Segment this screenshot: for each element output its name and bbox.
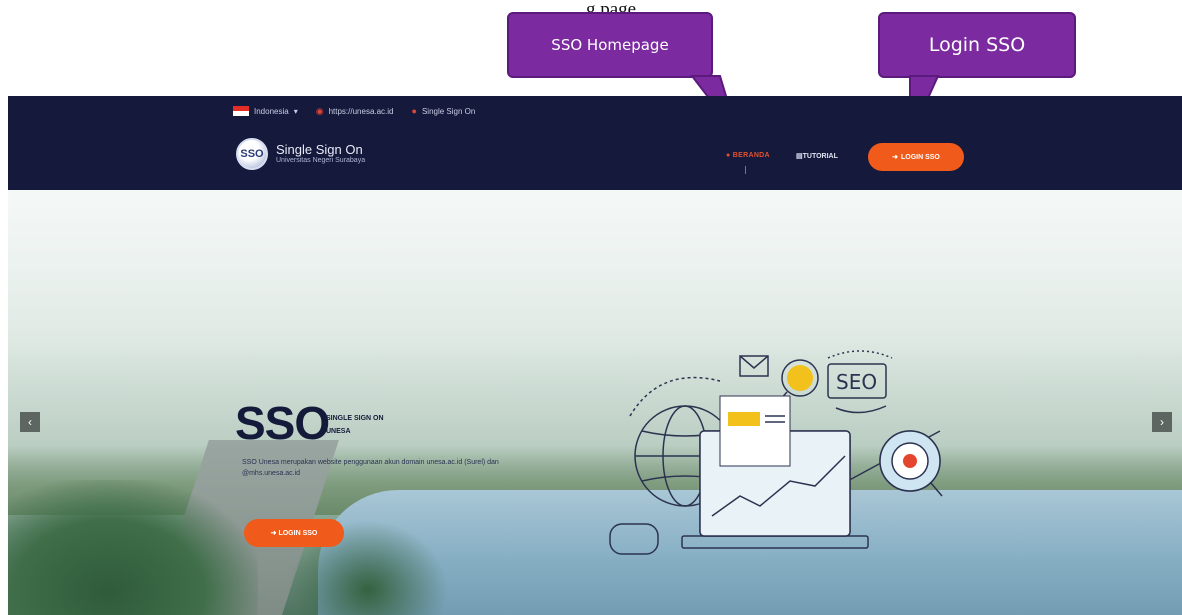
website-screenshot: Indonesia ▾ ◉ https://unesa.ac.id ● Sing… [8,96,1182,615]
hero-tagline-line1: SINGLE SIGN ON [326,415,384,422]
top-link-sso[interactable]: ● Single Sign On [412,106,476,116]
hero-login-arrow-icon: ➜ [270,530,279,537]
callout-login-sso-label: Login SSO [928,34,1026,56]
nav-tutorial-label: TUTORIAL [802,153,838,160]
hero-login-button[interactable]: ➜ LOGIN SSO [244,519,344,547]
hero-forest-left [8,480,258,615]
language-label: Indonesia [254,106,289,116]
chevron-right-icon: › [1160,415,1164,429]
hero-tagline-line2: UNESA [326,428,351,436]
sso-logo: SSO [236,138,268,170]
header-login-button[interactable]: ➜ LOGIN SSO [868,143,964,171]
globe-icon: ◉ [315,105,324,116]
chevron-left-icon: ‹ [28,415,32,429]
language-selector[interactable]: Indonesia ▾ [233,106,298,116]
top-bar: Indonesia ▾ ◉ https://unesa.ac.id ● Sing… [233,102,475,120]
top-link-sso-label: Single Sign On [421,106,476,116]
key-icon: ● [411,106,417,116]
hero-tagline: SINGLE SIGN ON UNESA [326,412,384,439]
hero-login-label: LOGIN SSO [278,529,318,537]
top-link-site[interactable]: ◉ https://unesa.ac.id [316,106,394,117]
nav-home-link[interactable]: ● BERANDA [726,152,770,159]
home-dot-icon: ● [726,152,733,159]
carousel-next-button[interactable]: › [1152,412,1172,432]
nav-home-label: BERANDA [732,152,770,159]
header-login-label: LOGIN SSO [900,153,940,161]
chevron-down-icon: ▾ [293,106,298,116]
callout-sso-homepage-label: SSO Homepage [551,36,669,54]
callout-login-sso: Login SSO [878,12,1076,78]
nav-active-indicator [745,166,746,174]
hero-carousel: SSO SINGLE SIGN ON UNESA SSO Unesa merup… [8,190,1182,615]
carousel-prev-button[interactable]: ‹ [20,412,40,432]
hero-title: SSO [235,397,330,449]
site-header: Indonesia ▾ ◉ https://unesa.ac.id ● Sing… [8,96,1182,190]
hero-description: SSO Unesa merupakan website penggunaan a… [242,459,499,477]
hero-sky [8,190,1182,360]
top-link-site-label: https://unesa.ac.id [328,106,394,116]
seo-text: SEO [836,370,877,394]
login-arrow-icon: ➜ [892,154,898,161]
brand-title: Single Sign On [276,141,363,157]
brand-logo-link[interactable]: SSO Single Sign On Universitas Negeri Su… [236,138,365,170]
book-icon: ▤ [796,153,803,160]
logo-text: SSO [240,148,264,160]
nav-tutorial-link[interactable]: ▤TUTORIAL [796,152,838,160]
callout-sso-homepage: SSO Homepage [507,12,713,78]
indonesia-flag-icon [233,106,249,116]
brand-subtitle: Universitas Negeri Surabaya [276,157,366,165]
seo-illustration: SEO [609,350,943,555]
